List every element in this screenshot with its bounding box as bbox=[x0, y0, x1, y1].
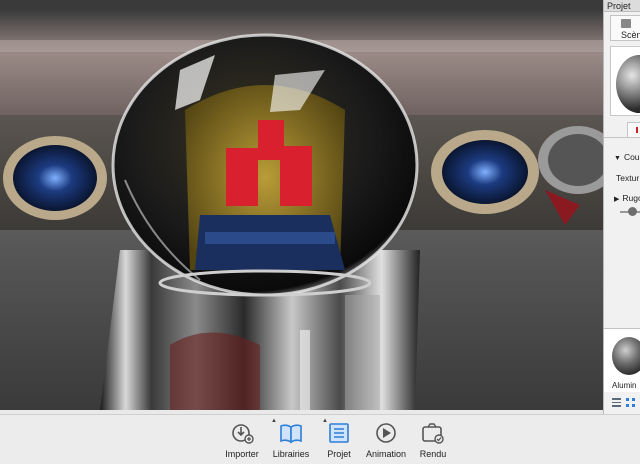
projet-label: Projet bbox=[327, 449, 351, 459]
scene-icon bbox=[621, 19, 631, 28]
material-subtab-icon bbox=[636, 127, 638, 133]
tab-scene[interactable]: Scène bbox=[610, 15, 640, 41]
expand-down-icon: ▼ bbox=[614, 155, 621, 162]
dropdown-caret-icon: ▲ bbox=[322, 418, 328, 424]
tab-scene-label: Scène bbox=[621, 30, 640, 40]
panel-divider bbox=[604, 137, 640, 138]
library-strip: Alumin bbox=[604, 328, 640, 392]
material-preview[interactable] bbox=[610, 46, 640, 116]
projet-button[interactable]: ▲ Projet bbox=[322, 418, 356, 463]
keyshot-window: Projet Scène ▼Cou Textur ▶Rugo Alumin bbox=[0, 0, 640, 464]
material-subtab[interactable] bbox=[627, 122, 640, 138]
dropdown-caret-icon: ▲ bbox=[271, 418, 277, 424]
main-toolbar: Importer ▲ Librairies ▲ Projet Animation bbox=[0, 414, 640, 464]
list-view-icon[interactable] bbox=[612, 398, 621, 407]
couleur-label: Cou bbox=[623, 152, 640, 162]
rendu-button[interactable]: Rendu bbox=[418, 421, 448, 463]
librairies-button[interactable]: ▲ Librairies bbox=[271, 418, 311, 463]
rugosite-slider-handle[interactable] bbox=[628, 207, 637, 216]
librairies-label: Librairies bbox=[272, 449, 310, 459]
rugosite-label: Rugo bbox=[622, 193, 640, 203]
texture-label: Textur bbox=[616, 173, 640, 183]
importer-label: Importer bbox=[225, 449, 259, 459]
play-icon bbox=[376, 423, 396, 443]
panel-title: Projet bbox=[604, 0, 640, 12]
expand-right-icon: ▶ bbox=[614, 196, 620, 203]
rugosite-section-toggle[interactable]: ▶Rugo bbox=[614, 193, 640, 203]
animation-label: Animation bbox=[365, 449, 407, 459]
render-camera-icon bbox=[422, 423, 444, 444]
library-item-thumbnail[interactable] bbox=[612, 337, 640, 375]
project-list-icon bbox=[329, 423, 349, 443]
couleur-section-toggle[interactable]: ▼ Cou bbox=[614, 152, 640, 162]
library-item-label: Alumin bbox=[612, 381, 637, 390]
grid-view-icon[interactable] bbox=[626, 398, 635, 407]
animation-button[interactable]: Animation bbox=[364, 421, 408, 463]
render-scene bbox=[0, 0, 603, 410]
importer-button[interactable]: Importer bbox=[222, 421, 262, 463]
rendu-label: Rendu bbox=[419, 449, 447, 459]
project-panel: Projet Scène ▼Cou Textur ▶Rugo Alumin bbox=[603, 0, 640, 414]
import-icon bbox=[232, 424, 254, 444]
material-preview-sphere bbox=[616, 55, 640, 113]
book-icon bbox=[280, 424, 302, 444]
render-viewport[interactable] bbox=[0, 0, 603, 410]
